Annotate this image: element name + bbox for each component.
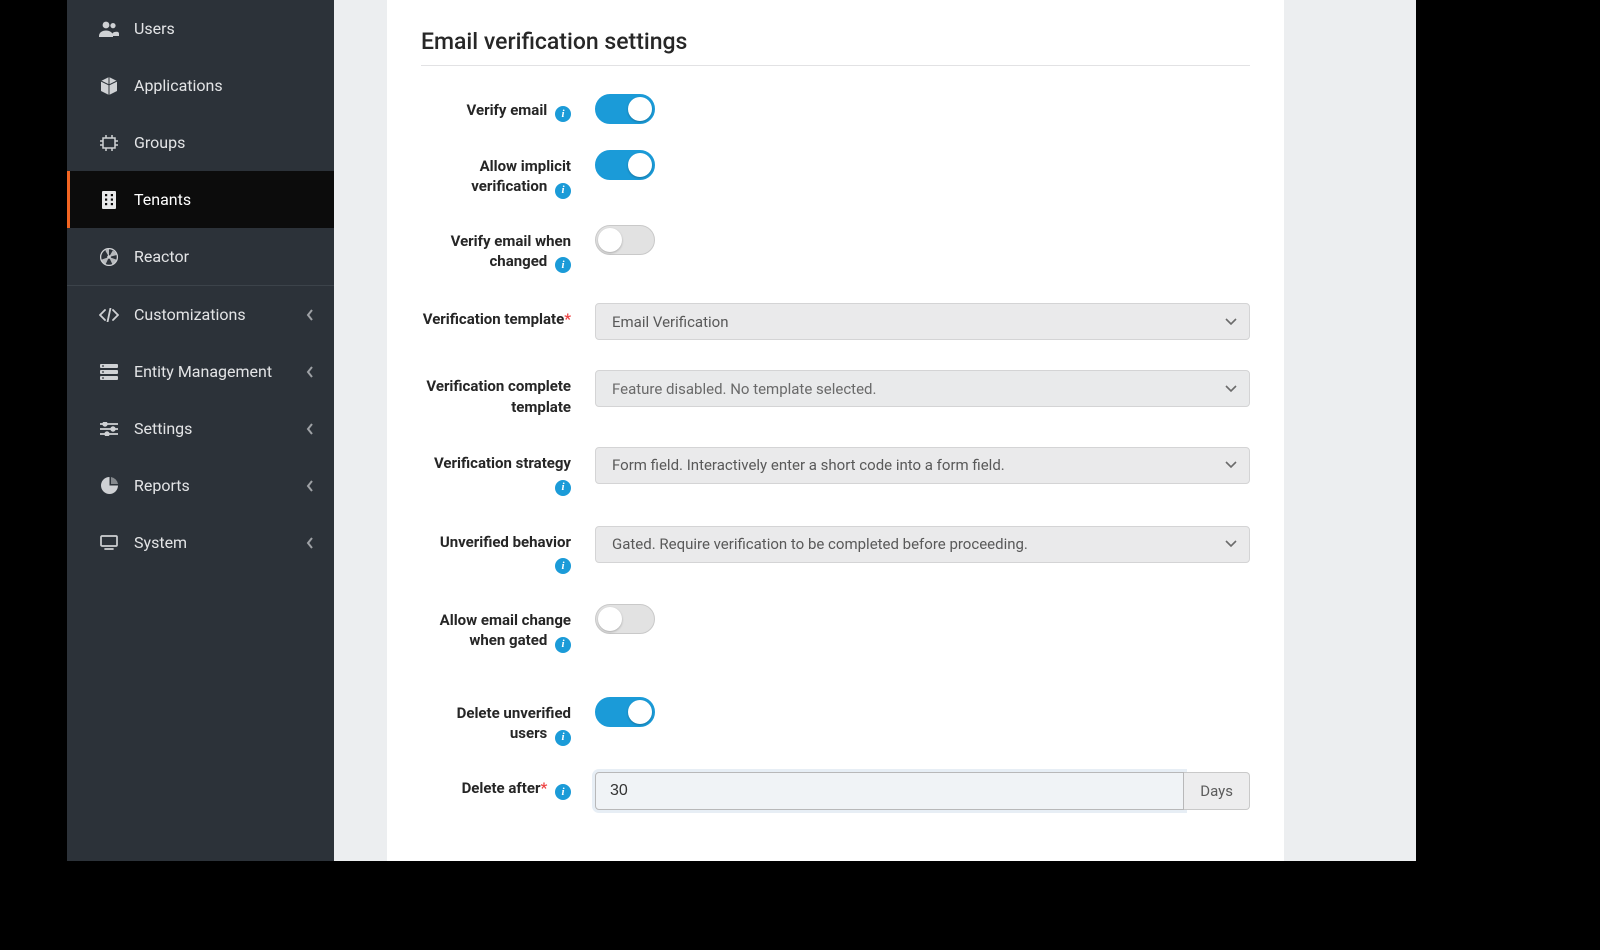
sidebar-item-settings[interactable]: Settings xyxy=(67,400,334,457)
users-icon xyxy=(98,21,120,37)
delete-after-field[interactable] xyxy=(595,772,1184,810)
sidebar-item-users[interactable]: Users xyxy=(67,0,334,57)
toggle-allow-implicit[interactable] xyxy=(595,150,655,180)
sidebar-item-label: Users xyxy=(134,19,175,38)
label-verify-when-changed: Verify email when changed i xyxy=(421,225,571,274)
label-unverified-behavior: Unverified behavior i xyxy=(421,526,571,575)
info-icon[interactable]: i xyxy=(555,257,571,273)
label-allow-implicit: Allow implicit verification i xyxy=(421,150,571,199)
row-verification-template: Verification template* Email Verificatio… xyxy=(421,303,1250,340)
info-icon[interactable]: i xyxy=(555,183,571,199)
chevron-down-icon xyxy=(1225,461,1237,469)
select-unverified-behavior[interactable]: Gated. Require verification to be comple… xyxy=(595,526,1250,563)
select-verification-strategy[interactable]: Form field. Interactively enter a short … xyxy=(595,447,1250,484)
delete-after-unit: Days xyxy=(1184,772,1250,810)
row-verification-complete-template: Verification complete template Feature d… xyxy=(421,370,1250,417)
row-delete-unverified-users: Delete unverified users i xyxy=(421,697,1250,746)
sidebar-item-label: Applications xyxy=(134,76,223,95)
app-frame: Users Applications Groups Tenants Reacto… xyxy=(67,0,1416,861)
select-value: Feature disabled. No template selected. xyxy=(612,380,876,398)
chevron-down-icon xyxy=(1225,318,1237,326)
section-title: Email verification settings xyxy=(421,28,1250,66)
toggle-delete-unverified-users[interactable] xyxy=(595,697,655,727)
sidebar-item-label: Entity Management xyxy=(134,362,272,381)
info-icon[interactable]: i xyxy=(555,637,571,653)
pie-chart-icon xyxy=(98,477,120,494)
row-allow-implicit: Allow implicit verification i xyxy=(421,150,1250,199)
sidebar-item-label: Settings xyxy=(134,419,192,438)
select-value: Gated. Require verification to be comple… xyxy=(612,535,1028,553)
chevron-left-icon xyxy=(306,366,314,378)
monitor-icon xyxy=(98,535,120,550)
sidebar-item-label: Reactor xyxy=(134,247,189,266)
select-verification-complete-template[interactable]: Feature disabled. No template selected. xyxy=(595,370,1250,407)
sidebar-item-system[interactable]: System xyxy=(67,514,334,571)
label-delete-after: Delete after* i xyxy=(421,772,571,800)
chevron-left-icon xyxy=(306,537,314,549)
info-icon[interactable]: i xyxy=(555,558,571,574)
group-icon xyxy=(98,135,120,151)
radioactive-icon xyxy=(98,248,120,266)
label-delete-unverified-users: Delete unverified users i xyxy=(421,697,571,746)
row-verification-strategy: Verification strategy i Form field. Inte… xyxy=(421,447,1250,496)
info-icon[interactable]: i xyxy=(555,784,571,800)
info-icon[interactable]: i xyxy=(555,480,571,496)
sidebar-item-tenants[interactable]: Tenants xyxy=(67,171,334,228)
sidebar-item-customizations[interactable]: Customizations xyxy=(67,286,334,343)
sidebar-item-label: Groups xyxy=(134,133,185,152)
sliders-icon xyxy=(98,422,120,436)
toggle-verify-when-changed[interactable] xyxy=(595,225,655,255)
sidebar-item-label: Customizations xyxy=(134,305,246,324)
sidebar-item-label: System xyxy=(134,533,187,552)
select-value: Email Verification xyxy=(612,313,728,331)
server-icon xyxy=(98,364,120,380)
toggle-verify-email[interactable] xyxy=(595,94,655,124)
row-verify-when-changed: Verify email when changed i xyxy=(421,225,1250,274)
select-verification-template[interactable]: Email Verification xyxy=(595,303,1250,340)
chevron-left-icon xyxy=(306,309,314,321)
chevron-down-icon xyxy=(1225,385,1237,393)
label-allow-email-change-gated: Allow email change when gated i xyxy=(421,604,571,653)
info-icon[interactable]: i xyxy=(555,730,571,746)
building-icon xyxy=(98,191,120,209)
info-icon[interactable]: i xyxy=(555,106,571,122)
label-verification-template: Verification template* xyxy=(421,303,571,329)
chevron-left-icon xyxy=(306,423,314,435)
label-verification-strategy: Verification strategy i xyxy=(421,447,571,496)
sidebar-item-applications[interactable]: Applications xyxy=(67,57,334,114)
sidebar-item-label: Reports xyxy=(134,476,190,495)
label-verify-email: Verify email i xyxy=(421,94,571,122)
input-delete-after: Days xyxy=(595,772,1250,810)
row-allow-email-change-gated: Allow email change when gated i xyxy=(421,604,1250,653)
row-unverified-behavior: Unverified behavior i Gated. Require ver… xyxy=(421,526,1250,575)
main-content: Email verification settings Verify email… xyxy=(334,0,1416,861)
chevron-down-icon xyxy=(1225,540,1237,548)
toggle-allow-email-change-gated[interactable] xyxy=(595,604,655,634)
settings-panel: Email verification settings Verify email… xyxy=(387,0,1284,861)
sidebar-item-entity-management[interactable]: Entity Management xyxy=(67,343,334,400)
sidebar-item-label: Tenants xyxy=(134,190,191,209)
label-verification-complete-template: Verification complete template xyxy=(421,370,571,417)
sidebar-item-reactor[interactable]: Reactor xyxy=(67,228,334,285)
chevron-left-icon xyxy=(306,480,314,492)
cube-icon xyxy=(98,77,120,95)
row-verify-email: Verify email i xyxy=(421,94,1250,124)
select-value: Form field. Interactively enter a short … xyxy=(612,456,1005,474)
sidebar-item-reports[interactable]: Reports xyxy=(67,457,334,514)
row-delete-after: Delete after* i Days xyxy=(421,772,1250,810)
code-icon xyxy=(98,308,120,322)
sidebar: Users Applications Groups Tenants Reacto… xyxy=(67,0,334,861)
sidebar-item-groups[interactable]: Groups xyxy=(67,114,334,171)
